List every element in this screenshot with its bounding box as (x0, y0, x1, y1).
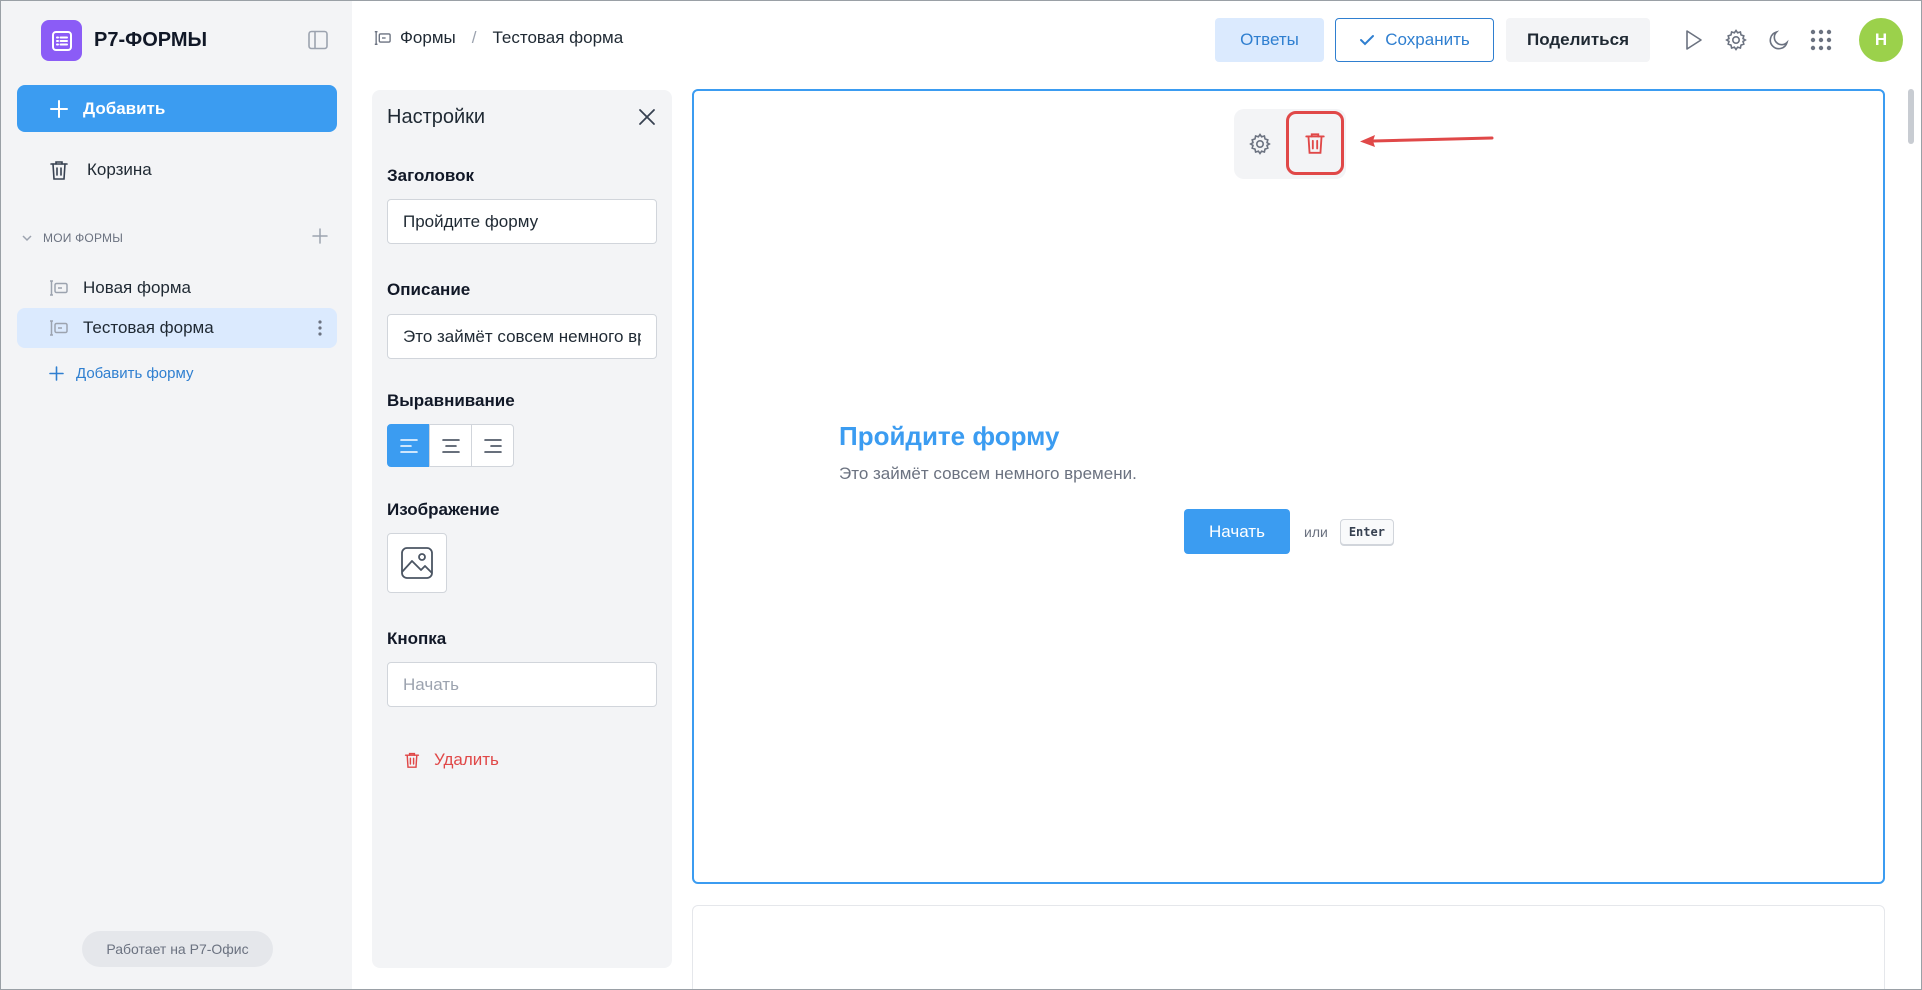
block-settings-button[interactable] (1248, 132, 1272, 161)
alignment-group (387, 424, 514, 467)
add-button[interactable]: Добавить (17, 85, 337, 132)
form-options-button[interactable] (317, 319, 323, 342)
align-left-icon (399, 438, 418, 453)
sidebar-form-label: Новая форма (83, 278, 191, 297)
image-picker[interactable] (387, 533, 447, 593)
breadcrumb-forms-link[interactable]: Формы (400, 28, 456, 48)
welcome-description[interactable]: Это займёт совсем немного времени. (839, 464, 1739, 484)
align-center-icon (441, 438, 460, 453)
preview-button[interactable] (1681, 28, 1705, 52)
plus-icon (49, 366, 64, 381)
enter-key-hint: Enter (1339, 518, 1394, 545)
brand-logo (41, 20, 82, 61)
form-input-icon (50, 280, 68, 296)
form-input-icon (374, 31, 391, 45)
settings-button[interactable] (1724, 28, 1748, 52)
moon-icon (1769, 30, 1789, 50)
section-title: МОИ ФОРМЫ (43, 231, 124, 245)
sidebar-collapse-button[interactable] (307, 29, 329, 51)
add-button-label: Добавить (83, 98, 166, 118)
welcome-block-canvas[interactable]: Пройдите форму Это займёт совсем немного… (692, 89, 1885, 884)
sidebar-item-label: Корзина (87, 160, 152, 179)
save-button[interactable]: Сохранить (1335, 18, 1494, 62)
settings-panel: Настройки Заголовок Описание Выравнивани… (372, 90, 672, 968)
form-list-icon (51, 30, 72, 51)
add-form-small-button[interactable] (311, 227, 329, 250)
align-right-icon (483, 438, 502, 453)
heading-label: Заголовок (387, 166, 475, 185)
block-delete-button[interactable] (1286, 111, 1344, 175)
chevron-down-icon (22, 235, 32, 242)
more-vertical-icon (318, 320, 322, 336)
answers-button[interactable]: Ответы (1215, 18, 1324, 62)
sidebar-form-label: Тестовая форма (83, 318, 214, 337)
apps-grid-icon (1810, 29, 1832, 51)
delete-block-label: Удалить (434, 750, 499, 769)
start-row: Начать или Enter (1184, 509, 1394, 554)
play-icon (1686, 30, 1702, 50)
trash-icon (1305, 133, 1325, 154)
breadcrumb: Формы / Тестовая форма (372, 28, 623, 48)
sidebar-toggle-icon (308, 30, 328, 50)
align-right-button[interactable] (471, 424, 514, 467)
form-input-icon (50, 320, 68, 336)
image-icon (401, 547, 433, 579)
sidebar: Р7-ФОРМЫ Добавить Корзина МОИ ФОРМЫ Нова… (1, 1, 352, 989)
align-center-button[interactable] (429, 424, 472, 467)
theme-toggle-button[interactable] (1767, 28, 1791, 52)
scrollbar[interactable] (1908, 89, 1916, 984)
welcome-title[interactable]: Пройдите форму (839, 421, 1739, 452)
breadcrumb-current: Тестовая форма (492, 28, 624, 47)
trash-icon (404, 752, 420, 768)
share-button[interactable]: Поделиться (1506, 18, 1650, 62)
or-text: или (1304, 523, 1328, 540)
add-form-label: Добавить форму (76, 365, 194, 382)
annotation-arrow-icon (1360, 135, 1494, 147)
brand-name: Р7-ФОРМЫ (94, 29, 208, 51)
plus-icon (50, 99, 68, 118)
alignment-label: Выравнивание (387, 391, 515, 410)
next-block-card[interactable] (692, 905, 1885, 990)
plus-icon (312, 228, 328, 244)
avatar[interactable]: Н (1859, 18, 1903, 62)
close-icon (639, 109, 655, 125)
block-toolbar (1234, 109, 1346, 179)
scrollbar-thumb[interactable] (1908, 89, 1914, 144)
delete-block-button[interactable]: Удалить (404, 750, 499, 770)
image-label: Изображение (387, 500, 500, 519)
save-button-label: Сохранить (1385, 30, 1470, 49)
my-forms-section-header[interactable]: МОИ ФОРМЫ (21, 228, 337, 245)
button-text-input[interactable] (387, 662, 657, 707)
settings-title: Настройки (387, 106, 486, 128)
button-text-label: Кнопка (387, 629, 447, 648)
align-left-button[interactable] (387, 424, 430, 467)
close-settings-button[interactable] (638, 108, 656, 131)
sidebar-item-trash[interactable]: Корзина (49, 159, 152, 181)
description-input[interactable] (387, 314, 657, 359)
trash-icon (50, 161, 68, 180)
check-icon (1360, 35, 1375, 46)
gear-icon (1249, 133, 1271, 155)
brand[interactable]: Р7-ФОРМЫ (41, 20, 207, 61)
gear-icon (1725, 29, 1747, 51)
sidebar-form-item[interactable]: Новая форма (17, 268, 337, 308)
heading-input[interactable] (387, 199, 657, 244)
sidebar-form-item-active[interactable]: Тестовая форма (17, 308, 337, 348)
welcome-content: Пройдите форму Это займёт совсем немного… (839, 421, 1739, 484)
add-form-link[interactable]: Добавить форму (49, 365, 193, 382)
powered-by-badge[interactable]: Работает на Р7-Офис (82, 931, 273, 967)
breadcrumb-separator: / (471, 28, 477, 47)
description-label: Описание (387, 280, 471, 299)
apps-button[interactable] (1809, 28, 1833, 52)
start-button[interactable]: Начать (1184, 509, 1290, 554)
